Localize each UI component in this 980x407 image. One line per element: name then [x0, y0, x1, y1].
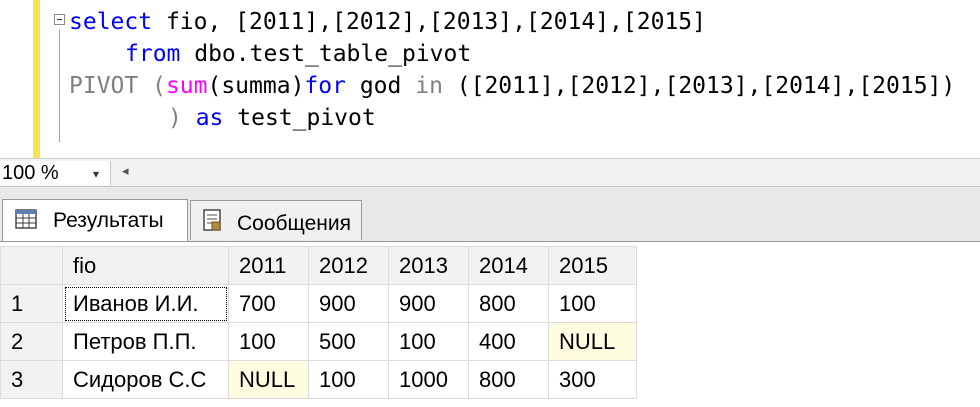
column-header-2012[interactable]: 2012: [308, 246, 389, 285]
change-marker-strip: [33, 0, 40, 158]
tab-messages-label: Сообщения: [237, 212, 351, 235]
table-cell[interactable]: 400: [468, 322, 549, 361]
table-row: 3 Сидоров С.С NULL 100 1000 800 300: [0, 360, 637, 399]
column-header-2015[interactable]: 2015: [548, 246, 637, 285]
table-header-row: fio 2011 2012 2013 2014 2015: [0, 246, 637, 285]
zoom-value: 100 %: [2, 162, 59, 184]
sql-editor[interactable]: select fio, [2011],[2012],[2013],[2014],…: [0, 0, 980, 158]
code-line-4: ) as test_pivot: [168, 104, 376, 132]
code-text: dbo.test_table_pivot: [180, 41, 472, 67]
operator-token: PIVOT (: [69, 73, 166, 99]
table-cell[interactable]: Сидоров С.С: [62, 360, 229, 399]
tab-results-label: Результаты: [53, 209, 164, 232]
code-text: ([2011],[2012],[2013],[2014],[2015]): [442, 73, 956, 99]
table-cell[interactable]: 100: [308, 360, 389, 399]
code-line-2: from dbo.test_table_pivot: [125, 40, 471, 68]
table-cell[interactable]: 900: [388, 284, 469, 323]
table-cell[interactable]: 300: [548, 360, 637, 399]
tab-results[interactable]: Результаты: [2, 199, 188, 241]
corner-cell[interactable]: [0, 246, 63, 285]
table-cell[interactable]: 500: [308, 322, 389, 361]
code-text: fio, [2011],[2012],[2013],[2014],[2015]: [152, 9, 706, 35]
table-row: 2 Петров П.П. 100 500 100 400 NULL: [0, 322, 637, 361]
table-cell[interactable]: 800: [468, 360, 549, 399]
row-number[interactable]: 2: [0, 322, 63, 361]
column-header-2013[interactable]: 2013: [388, 246, 469, 285]
column-header-2011[interactable]: 2011: [228, 246, 309, 285]
keyword-token: select: [69, 9, 153, 35]
zoom-select[interactable]: 100 % ▾: [0, 161, 111, 185]
table-cell[interactable]: 100: [228, 322, 309, 361]
table-cell[interactable]: 800: [468, 284, 549, 323]
document-icon: [203, 209, 221, 231]
scroll-left-icon[interactable]: ◂: [122, 163, 129, 179]
code-text: test_pivot: [223, 105, 376, 131]
table-cell[interactable]: 900: [308, 284, 389, 323]
table-cell[interactable]: Петров П.П.: [62, 322, 229, 361]
table-cell[interactable]: 100: [388, 322, 469, 361]
keyword-token: from: [125, 41, 181, 67]
operator-token: ): [168, 105, 182, 131]
code-line-1: select fio, [2011],[2012],[2013],[2014],…: [69, 8, 706, 36]
collapse-toggle-icon[interactable]: [54, 14, 65, 25]
column-header-fio[interactable]: fio: [62, 246, 229, 285]
null-cell[interactable]: NULL: [228, 360, 309, 399]
table-cell[interactable]: 100: [548, 284, 637, 323]
tab-messages[interactable]: Сообщения: [190, 200, 362, 240]
column-header-2014[interactable]: 2014: [468, 246, 549, 285]
row-number[interactable]: 1: [0, 284, 63, 323]
row-number[interactable]: 3: [0, 360, 63, 399]
table-cell[interactable]: 700: [228, 284, 309, 323]
zoom-bar: 100 % ▾ ◂: [0, 158, 980, 187]
table-cell[interactable]: 1000: [388, 360, 469, 399]
null-cell[interactable]: NULL: [548, 322, 637, 361]
operator-token: in: [415, 73, 443, 99]
results-grid[interactable]: fio 2011 2012 2013 2014 2015 1 Иванов И.…: [0, 241, 980, 407]
chevron-down-icon[interactable]: ▾: [93, 167, 99, 181]
table-row: 1 Иванов И.И. 700 900 900 800 100: [0, 284, 637, 323]
function-token: sum: [165, 73, 208, 99]
code-text: god: [345, 73, 416, 99]
code-line-3: PIVOT (sum(summa)for god in ([2011],[201…: [69, 72, 955, 100]
keyword-token: as: [181, 105, 224, 131]
table-cell[interactable]: Иванов И.И.: [62, 284, 229, 323]
code-text: (summa): [207, 73, 305, 99]
result-tabs: Результаты Сообщения: [0, 187, 980, 241]
results-table: fio 2011 2012 2013 2014 2015 1 Иванов И.…: [0, 246, 637, 399]
keyword-token: for: [304, 73, 346, 99]
grid-icon: [15, 209, 37, 229]
outline-guide: [59, 30, 60, 142]
